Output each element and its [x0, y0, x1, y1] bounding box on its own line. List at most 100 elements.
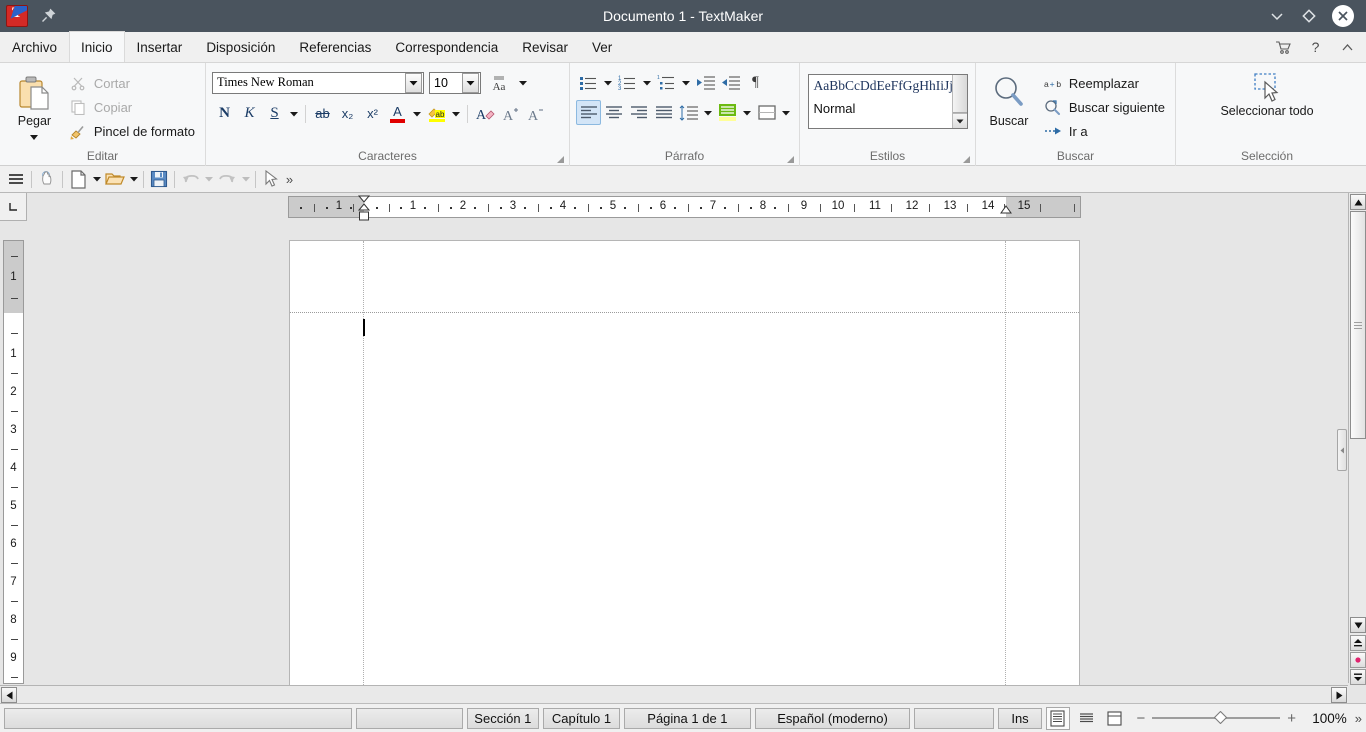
chevron-down-icon[interactable]: [779, 100, 793, 125]
highlight-button[interactable]: ab: [424, 101, 449, 126]
chevron-down-icon[interactable]: [287, 101, 301, 126]
undo-icon[interactable]: [178, 168, 202, 191]
left-indent-marker[interactable]: [357, 191, 371, 221]
new-document-icon[interactable]: [66, 168, 90, 191]
save-icon[interactable]: [147, 168, 171, 191]
chevron-down-icon[interactable]: [601, 70, 615, 95]
document-page[interactable]: [289, 240, 1080, 732]
chevron-down-icon[interactable]: [239, 168, 252, 191]
previous-page-icon[interactable]: [1350, 635, 1366, 651]
styles-scrollbar[interactable]: [951, 75, 967, 128]
statusbar-overflow-icon[interactable]: »: [1355, 711, 1362, 726]
scroll-down-button[interactable]: [1350, 617, 1366, 633]
decrease-indent-icon[interactable]: [718, 70, 743, 95]
vertical-ruler[interactable]: 1 1 2 3 4 5 6 7 8 9: [3, 240, 24, 684]
line-spacing-icon[interactable]: [676, 100, 701, 125]
menu-correspondencia[interactable]: Correspondencia: [383, 32, 510, 62]
scroll-up-button[interactable]: [1350, 194, 1366, 210]
right-indent-marker[interactable]: [1000, 204, 1012, 216]
italic-button[interactable]: K: [237, 101, 262, 126]
chevron-down-icon[interactable]: [90, 168, 103, 191]
select-all-button[interactable]: Seleccionar todo: [1214, 69, 1320, 118]
menu-referencias[interactable]: Referencias: [287, 32, 383, 62]
split-window-handle[interactable]: [1337, 429, 1347, 471]
find-button[interactable]: Buscar: [986, 69, 1032, 128]
touch-mode-icon[interactable]: [35, 168, 59, 191]
grow-font-button[interactable]: A: [497, 101, 522, 126]
underline-button[interactable]: S: [262, 101, 287, 126]
hamburger-menu-icon[interactable]: [4, 168, 28, 191]
outline-view-icon[interactable]: [1102, 707, 1126, 730]
bullets-icon[interactable]: [576, 70, 601, 95]
chevron-down-icon[interactable]: [405, 72, 422, 93]
zoom-slider[interactable]: − +: [1137, 710, 1297, 727]
change-case-icon[interactable]: Aa: [486, 70, 511, 95]
cut-button[interactable]: Cortar: [65, 71, 199, 95]
menu-disposicion[interactable]: Disposición: [194, 32, 287, 62]
chevron-down-icon[interactable]: [202, 168, 215, 191]
format-painter-button[interactable]: Pincel de formato: [65, 119, 199, 143]
scroll-left-button[interactable]: [1, 687, 17, 703]
zoom-level-label[interactable]: 100%: [1306, 711, 1347, 726]
bold-button[interactable]: N: [212, 101, 237, 126]
show-formatting-marks-icon[interactable]: ¶: [743, 70, 768, 95]
goto-button[interactable]: Ir a: [1040, 119, 1169, 143]
zoom-in-button[interactable]: +: [1287, 710, 1296, 727]
menu-insertar[interactable]: Insertar: [125, 32, 195, 62]
styles-scroll-thumb[interactable]: [952, 75, 967, 113]
chevron-down-icon[interactable]: [28, 129, 40, 144]
chevron-down-icon[interactable]: [952, 113, 967, 128]
overflow-chevron-icon[interactable]: »: [283, 168, 296, 191]
cart-icon[interactable]: [1274, 38, 1292, 56]
strikethrough-button[interactable]: ab: [310, 101, 335, 126]
status-language[interactable]: Español (moderno): [754, 707, 911, 729]
superscript-button[interactable]: x²: [360, 101, 385, 126]
chevron-down-icon[interactable]: [679, 70, 693, 95]
next-page-icon[interactable]: [1350, 669, 1366, 685]
page-layout-view-icon[interactable]: [1045, 706, 1070, 730]
vertical-scroll-thumb[interactable]: [1350, 211, 1366, 439]
zoom-knob[interactable]: [1214, 710, 1228, 725]
select-cursor-icon[interactable]: [259, 168, 283, 191]
zoom-track[interactable]: [1152, 710, 1281, 725]
styles-list[interactable]: AaBbCcDdEeFfGgHhIiJj Normal: [809, 75, 952, 128]
chevron-down-icon[interactable]: [1268, 7, 1286, 25]
horizontal-ruler[interactable]: 1 1 2 3 4 5 6 7 8 9 10 11 12 13 14 15: [288, 196, 1081, 218]
styles-gallery[interactable]: AaBbCcDdEeFfGgHhIiJj Normal: [807, 74, 968, 129]
multilevel-list-icon[interactable]: 1: [654, 70, 679, 95]
scroll-right-button[interactable]: [1331, 687, 1347, 703]
status-page[interactable]: Página 1 de 1: [624, 707, 751, 729]
find-next-button[interactable]: Buscar siguiente: [1040, 95, 1169, 119]
clear-formatting-button[interactable]: A: [472, 101, 497, 126]
font-size-combo[interactable]: 10: [429, 71, 481, 94]
chevron-down-icon[interactable]: [127, 168, 140, 191]
borders-icon[interactable]: [754, 100, 779, 125]
help-icon[interactable]: ?: [1306, 38, 1324, 56]
menu-revisar[interactable]: Revisar: [510, 32, 580, 62]
chevron-down-icon[interactable]: [516, 70, 530, 95]
close-icon[interactable]: [1332, 5, 1354, 27]
zoom-out-button[interactable]: −: [1137, 710, 1146, 727]
status-section[interactable]: Sección 1: [466, 707, 539, 729]
subscript-button[interactable]: x₂: [335, 101, 360, 126]
font-name-combo[interactable]: Times New Roman: [212, 71, 424, 94]
chevron-down-icon[interactable]: [410, 101, 424, 126]
increase-indent-icon[interactable]: [693, 70, 718, 95]
align-right-icon[interactable]: [626, 100, 651, 125]
vertical-scrollbar[interactable]: [1348, 193, 1366, 685]
paste-button[interactable]: Pegar: [10, 69, 59, 144]
replace-button[interactable]: a + b Reemplazar: [1040, 71, 1169, 95]
pin-icon[interactable]: [38, 6, 58, 26]
shading-icon[interactable]: [715, 100, 740, 125]
align-center-icon[interactable]: [601, 100, 626, 125]
shrink-font-button[interactable]: A: [522, 101, 547, 126]
redo-icon[interactable]: [215, 168, 239, 191]
chevron-down-icon[interactable]: [449, 101, 463, 126]
chevron-down-icon[interactable]: [701, 100, 715, 125]
browse-object-icon[interactable]: [1350, 652, 1366, 668]
status-insert-mode[interactable]: Ins: [998, 707, 1042, 729]
menu-inicio[interactable]: Inicio: [69, 31, 125, 62]
dialog-launcher-icon[interactable]: [786, 155, 795, 164]
menu-archivo[interactable]: Archivo: [0, 32, 69, 62]
font-color-button[interactable]: A: [385, 101, 410, 126]
